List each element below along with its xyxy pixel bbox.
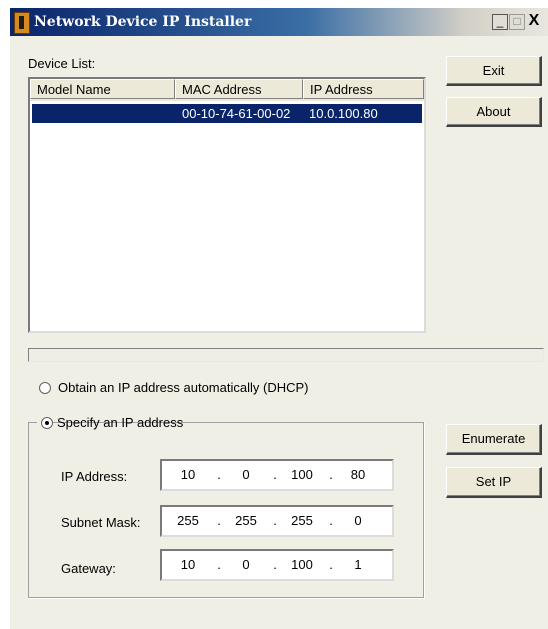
subnet-mask-field[interactable]: 255 . 255 . 255 . 0 bbox=[160, 505, 394, 537]
gateway-octet-4: 1 bbox=[354, 557, 362, 572]
dhcp-label[interactable]: Obtain an IP address automatically (DHCP… bbox=[58, 380, 308, 395]
subnet-octet-1: 255 bbox=[177, 513, 199, 528]
subnet-dot: . bbox=[329, 513, 333, 528]
dhcp-radio[interactable] bbox=[39, 382, 51, 394]
set-ip-button[interactable]: Set IP bbox=[446, 467, 542, 498]
static-ip-radio[interactable] bbox=[41, 417, 53, 429]
gateway-octet-1: 10 bbox=[180, 557, 196, 572]
static-ip-label: Specify an IP address bbox=[57, 415, 184, 430]
static-ip-option[interactable]: Specify an IP address bbox=[37, 414, 183, 432]
ip-octet-1: 10 bbox=[180, 467, 196, 482]
ip-dot: . bbox=[273, 467, 277, 482]
ip-dot: . bbox=[217, 467, 221, 482]
column-header-model-name[interactable]: Model Name bbox=[30, 79, 175, 99]
subnet-mask-label: Subnet Mask: bbox=[61, 515, 141, 530]
gateway-octet-3: 100 bbox=[291, 557, 313, 572]
close-button[interactable]: X bbox=[527, 13, 541, 29]
row-mac-address: 00-10-74-61-00-02 bbox=[182, 106, 291, 121]
ip-octet-3: 100 bbox=[291, 467, 313, 482]
ip-address-field[interactable]: 10 . 0 . 100 . 80 bbox=[160, 459, 394, 491]
ip-settings-group: Specify an IP address IP Address: 10 . 0… bbox=[28, 414, 424, 598]
app-icon bbox=[14, 12, 30, 34]
subnet-octet-2: 255 bbox=[235, 513, 257, 528]
row-ip-address: 10.0.100.80 bbox=[309, 106, 378, 121]
gateway-dot: . bbox=[329, 557, 333, 572]
device-list[interactable]: Model Name MAC Address IP Address 00-10-… bbox=[28, 77, 426, 333]
device-row-selected[interactable]: 00-10-74-61-00-02 10.0.100.80 bbox=[32, 104, 422, 123]
subnet-dot: . bbox=[217, 513, 221, 528]
maximize-button[interactable]: □ bbox=[509, 14, 525, 30]
app-window: Network Device IP Installer _ □ X Device… bbox=[10, 8, 548, 629]
progress-bar bbox=[28, 348, 544, 362]
exit-button[interactable]: Exit bbox=[446, 56, 542, 86]
ip-octet-2: 0 bbox=[242, 467, 250, 482]
gateway-octet-2: 0 bbox=[242, 557, 250, 572]
subnet-octet-3: 255 bbox=[291, 513, 313, 528]
column-header-ip-address[interactable]: IP Address bbox=[303, 79, 424, 99]
minimize-button[interactable]: _ bbox=[492, 14, 508, 30]
subnet-octet-4: 0 bbox=[354, 513, 362, 528]
subnet-dot: . bbox=[273, 513, 277, 528]
gateway-field[interactable]: 10 . 0 . 100 . 1 bbox=[160, 549, 394, 581]
about-button[interactable]: About bbox=[446, 97, 542, 127]
window-title: Network Device IP Installer bbox=[34, 14, 252, 30]
ip-dot: . bbox=[329, 467, 333, 482]
device-list-label: Device List: bbox=[28, 56, 96, 71]
title-bar[interactable]: Network Device IP Installer _ □ X bbox=[10, 8, 548, 36]
gateway-dot: . bbox=[217, 557, 221, 572]
gateway-dot: . bbox=[273, 557, 277, 572]
gateway-label: Gateway: bbox=[61, 561, 116, 576]
ip-address-label: IP Address: bbox=[61, 469, 128, 484]
device-list-header: Model Name MAC Address IP Address bbox=[30, 79, 424, 101]
enumerate-button[interactable]: Enumerate bbox=[446, 424, 542, 455]
column-header-mac-address[interactable]: MAC Address bbox=[175, 79, 303, 99]
ip-octet-4: 80 bbox=[350, 467, 366, 482]
